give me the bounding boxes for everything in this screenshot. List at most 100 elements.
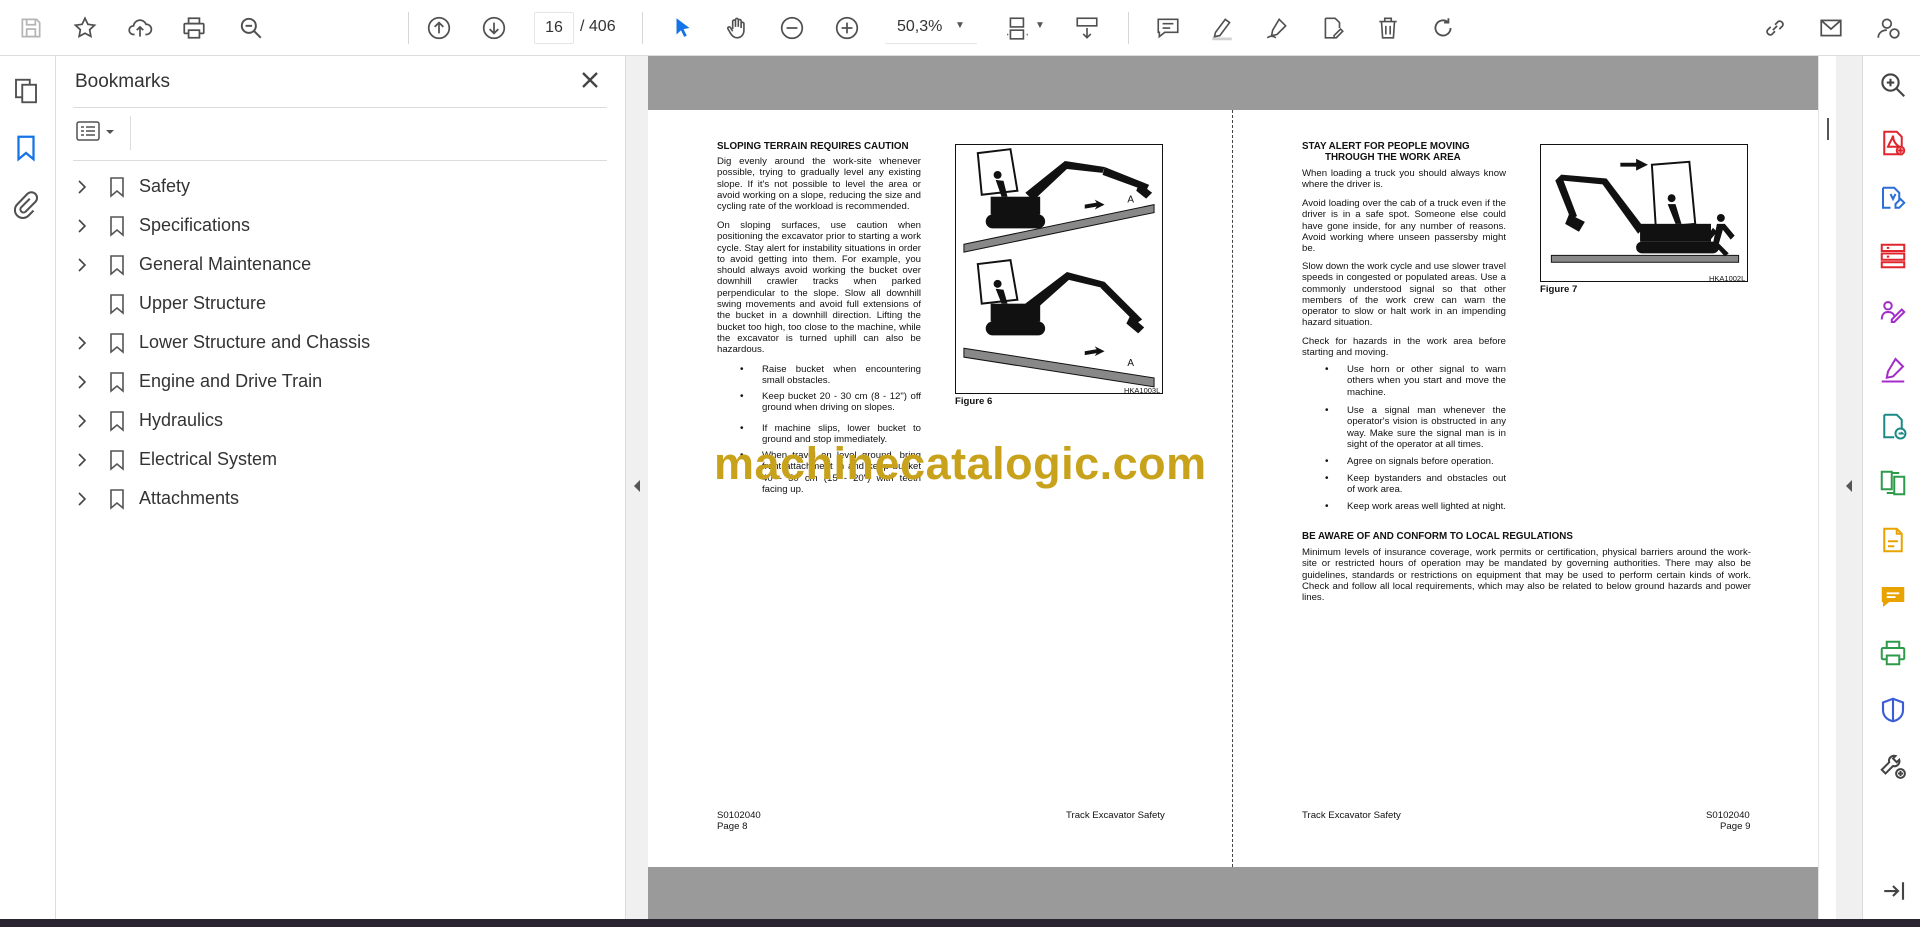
paragraph: Avoid loading over the cab of a truck ev… [1302, 198, 1506, 255]
select-cursor-icon[interactable] [665, 10, 701, 46]
figure-caption: Figure 6 [955, 396, 993, 407]
taskbar-strip [0, 919, 1920, 927]
bullet: • [1325, 364, 1329, 375]
expand-panel-icon[interactable] [1878, 876, 1908, 906]
chevron-right-icon[interactable] [74, 334, 90, 352]
footer-title: Track Excavator Safety [1302, 810, 1401, 821]
chevron-right-icon[interactable] [74, 256, 90, 274]
collapse-right-panel-handle[interactable] [1836, 56, 1862, 919]
comment-tool-icon[interactable] [1878, 582, 1908, 612]
bookmark-icon [108, 293, 126, 315]
page-divider [1232, 110, 1233, 867]
protect-icon[interactable] [1878, 695, 1908, 725]
request-signature-icon[interactable] [1878, 354, 1908, 384]
zoom-tool-icon[interactable] [1878, 70, 1908, 100]
paragraph: Dig evenly around the work-site whenever… [717, 156, 921, 213]
page-number-input[interactable]: 16 [534, 12, 574, 44]
page-fit-dropdown-icon[interactable]: ▼ [1035, 20, 1045, 31]
paragraph: When loading a truck you should always k… [1302, 168, 1506, 191]
next-page-icon[interactable] [476, 10, 512, 46]
bookmark-item[interactable]: Engine and Drive Train [70, 363, 600, 401]
footer-code: S0102040 [717, 810, 761, 821]
footer-title: Track Excavator Safety [1066, 810, 1165, 821]
page-fit-icon[interactable] [1000, 10, 1036, 46]
edit-text-icon[interactable] [1315, 10, 1351, 46]
export-pdf-icon[interactable] [1878, 128, 1908, 158]
list-item: Agree on signals before operation. [1347, 456, 1494, 467]
bookmark-label: General Maintenance [139, 254, 312, 274]
list-item: Use a signal man whenever the operator's… [1347, 405, 1506, 450]
bookmark-label: Electrical System [139, 449, 278, 469]
toolbar-divider [642, 12, 643, 44]
section-heading: STAY ALERT FOR PEOPLE MOVING [1302, 141, 1470, 152]
star-icon[interactable] [67, 10, 103, 46]
collapse-left-panel-handle[interactable] [626, 56, 648, 919]
bookmark-icon [108, 488, 126, 510]
list-item: Raise bucket when encountering small obs… [762, 364, 921, 387]
bookmark-item[interactable]: Upper Structure [70, 285, 600, 323]
bullet: • [1325, 456, 1329, 467]
email-icon[interactable] [1813, 10, 1849, 46]
footer-page: Page 8 [717, 821, 748, 832]
close-icon[interactable] [576, 66, 604, 94]
upload-cloud-icon[interactable] [122, 10, 158, 46]
hand-tool-icon[interactable] [719, 10, 755, 46]
figure-id: HKA1003L [1124, 386, 1161, 395]
print-icon[interactable] [176, 10, 212, 46]
bookmark-item[interactable]: Lower Structure and Chassis [70, 324, 600, 362]
bookmark-label: Specifications [139, 215, 251, 235]
rotate-icon[interactable] [1425, 10, 1461, 46]
highlight-icon[interactable] [1204, 10, 1240, 46]
print-production-icon[interactable] [1878, 638, 1908, 668]
bookmark-item[interactable]: Electrical System [70, 441, 600, 479]
bookmark-icon [108, 371, 126, 393]
edit-pdf-icon[interactable] [1878, 184, 1908, 214]
scroll-mode-icon[interactable] [1069, 10, 1105, 46]
search-icon[interactable] [233, 10, 269, 46]
fill-sign-icon[interactable] [1878, 297, 1908, 327]
organize-pages-icon[interactable] [1878, 241, 1908, 271]
figure-excavator-slope: A A [955, 144, 1163, 394]
zoom-in-icon[interactable] [829, 10, 865, 46]
stamp-icon[interactable] [1878, 525, 1908, 555]
attachments-icon[interactable] [11, 190, 41, 220]
account-icon[interactable] [1870, 10, 1906, 46]
previous-page-icon[interactable] [421, 10, 457, 46]
save-icon[interactable] [13, 10, 49, 46]
page-thumbnails-icon[interactable] [11, 76, 41, 106]
footer-page: Page 9 [1720, 821, 1751, 832]
bookmark-item[interactable]: Hydraulics [70, 402, 600, 440]
vertical-scrollbar[interactable] [1818, 56, 1836, 919]
send-for-review-icon[interactable] [1878, 411, 1908, 441]
chevron-right-icon[interactable] [74, 412, 90, 430]
bookmarks-panel-icon[interactable] [11, 133, 41, 163]
chevron-right-icon[interactable] [74, 490, 90, 508]
bookmark-item[interactable]: Safety [70, 168, 600, 206]
draw-icon[interactable] [1259, 10, 1295, 46]
bullet: • [1325, 473, 1329, 484]
list-item: Keep bystanders and obstacles out of wor… [1347, 473, 1506, 496]
zoom-out-icon[interactable] [774, 10, 810, 46]
scrollbar-thumb[interactable] [1827, 118, 1829, 140]
bookmark-item[interactable]: Specifications [70, 207, 600, 245]
bookmark-item[interactable]: General Maintenance [70, 246, 600, 284]
compare-files-icon[interactable] [1878, 468, 1908, 498]
panel-divider [73, 160, 607, 161]
bookmark-icon [108, 332, 126, 354]
bookmark-item[interactable]: Attachments [70, 480, 600, 518]
chevron-right-icon[interactable] [74, 178, 90, 196]
bookmark-options-icon[interactable] [75, 118, 123, 146]
panel-title: Bookmarks [75, 71, 171, 92]
chevron-right-icon[interactable] [74, 451, 90, 469]
chevron-right-icon[interactable] [74, 373, 90, 391]
bullet: • [1325, 405, 1329, 416]
zoom-dropdown-icon[interactable]: ▼ [955, 20, 965, 31]
chevron-right-icon[interactable] [74, 217, 90, 235]
figure-caption: Figure 7 [1540, 284, 1578, 295]
more-tools-icon[interactable] [1878, 751, 1908, 781]
delete-icon[interactable] [1370, 10, 1406, 46]
bookmarks-panel: Bookmarks Safety Specifications General Ma… [56, 56, 626, 919]
watermark-text: machinecatalogic.com [714, 438, 1207, 489]
share-link-icon[interactable] [1757, 10, 1793, 46]
comment-icon[interactable] [1150, 10, 1186, 46]
